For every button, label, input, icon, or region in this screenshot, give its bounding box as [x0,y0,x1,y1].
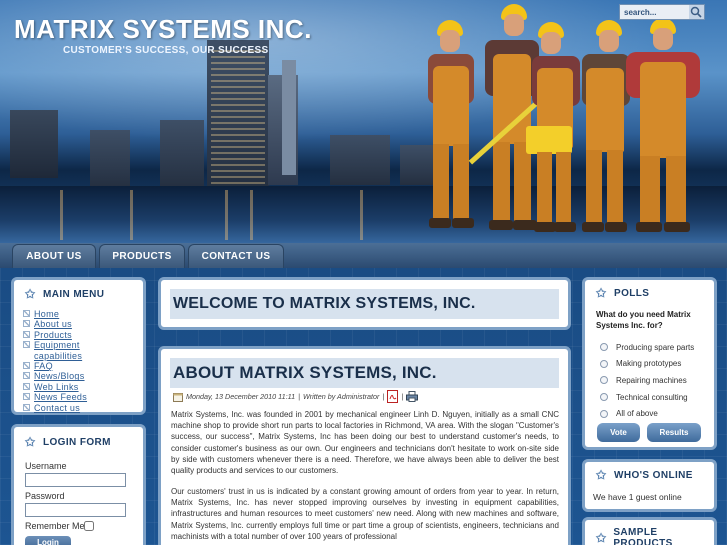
results-button[interactable]: Results [647,423,701,442]
print-icon[interactable] [406,391,419,402]
whos-online-panel: ✩ WHO'S ONLINE We have 1 guest online [582,459,717,512]
radio-button[interactable] [600,393,608,402]
poll-question: What do you need Matrix Systems Inc. for… [596,310,691,331]
poll-option[interactable]: Technical consulting [600,389,715,406]
tab-products[interactable]: PRODUCTS [99,244,185,268]
login-heading: LOGIN FORM [43,436,111,448]
article-paragraph: Our customers' trust in us is indicated … [171,487,559,541]
bullet-icon [23,372,30,380]
poll-option[interactable]: Making prototypes [600,356,715,373]
bullet-icon [23,403,30,411]
sample-products-title: ✩ SAMPLE PRODUCTS [596,527,714,545]
skyline-building [330,135,390,185]
polls-panel: ✩ POLLS What do you need Matrix Systems … [582,277,717,450]
poll-option[interactable]: All of above [600,405,715,422]
login-button[interactable]: Login [25,536,71,545]
password-label: Password [25,491,65,501]
login-title: ✩ LOGIN FORM [25,436,111,448]
bullet-icon [23,362,30,370]
calendar-icon [173,392,183,402]
article-panel: ABOUT MATRIX SYSTEMS, INC. Monday, 13 De… [158,346,571,545]
menu-item-contact-us[interactable]: Contact us [23,403,138,413]
article-author: Written by Administrator [302,392,380,401]
whos-online-title: ✩ WHO'S ONLINE [596,469,693,481]
skyline-building [90,130,130,188]
skyline-building [10,110,58,178]
star-icon: ✩ [25,287,36,301]
bullet-icon [23,393,30,401]
remember-me-checkbox[interactable] [84,521,94,531]
main-menu-panel: ✩ MAIN MENU Home About us Products Equip… [11,277,146,415]
worker-figure [420,20,480,240]
menu-item-faq[interactable]: FAQ [23,361,138,371]
site-title[interactable]: MATRIX SYSTEMS INC. [14,14,312,45]
star-icon: ✩ [25,435,36,449]
radio-button[interactable] [600,376,608,385]
worker-figure [612,18,712,240]
search-button[interactable] [689,5,704,19]
star-icon: ✩ [596,531,607,545]
poll-option[interactable]: Producing spare parts [600,339,715,356]
menu-item-news-blogs[interactable]: News/Blogs [23,371,138,381]
radio-button[interactable] [600,359,608,368]
menu-item-products[interactable]: Products [23,330,138,340]
menu-item-home[interactable]: Home [23,309,138,319]
search-icon [690,6,702,18]
main-menu-list: Home About us Products Equipment capabil… [23,309,138,413]
pdf-icon[interactable] [387,390,399,403]
star-icon: ✩ [596,468,607,482]
polls-heading: POLLS [614,287,650,299]
skyline-spire [282,60,296,175]
top-navigation: ABOUT US PRODUCTS CONTACT US [0,243,727,268]
remember-me-label: Remember Me [25,521,85,531]
site-slogan: CUSTOMER'S SUCCESS, OUR SUCCESS [63,45,269,56]
skyline-building [160,120,204,188]
bullet-icon [23,330,30,338]
article-title: ABOUT MATRIX SYSTEMS, INC. [170,358,559,388]
welcome-title: WELCOME TO MATRIX SYSTEMS, INC. [170,289,559,319]
welcome-panel: WELCOME TO MATRIX SYSTEMS, INC. [158,277,571,330]
bullet-icon [23,341,30,349]
main-menu-title: ✩ MAIN MENU [25,288,104,300]
star-icon: ✩ [596,286,607,300]
main-menu-heading: MAIN MENU [43,288,105,300]
article-paragraph: Matrix Systems, Inc. was founded in 2001… [171,410,559,476]
username-label: Username [25,461,67,471]
login-panel: ✩ LOGIN FORM Username Password Remember … [11,424,146,545]
bullet-icon [23,320,30,328]
radio-button[interactable] [600,343,608,352]
poll-option[interactable]: Repairing machines [600,372,715,389]
poll-options: Producing spare parts Making prototypes … [600,339,715,422]
skyline-tower [207,40,269,188]
sample-products-heading: SAMPLE PRODUCTS [613,527,673,545]
tab-about-us[interactable]: ABOUT US [12,244,96,268]
article-date: Monday, 13 December 2010 11:11 [186,392,296,401]
sample-products-panel: ✩ SAMPLE PRODUCTS [582,517,717,545]
menu-item-equipment[interactable]: Equipment capabilities [23,340,138,361]
whos-online-heading: WHO'S ONLINE [614,469,693,481]
header-banner: MATRIX SYSTEMS INC. CUSTOMER'S SUCCESS, … [0,0,727,243]
vote-button[interactable]: Vote [597,423,640,442]
tab-contact-us[interactable]: CONTACT US [188,244,284,268]
menu-item-news-feeds[interactable]: News Feeds [23,392,138,402]
menu-item-about-us[interactable]: About us [23,319,138,329]
username-field[interactable] [25,473,126,487]
bullet-icon [23,382,30,390]
menu-item-web-links[interactable]: Web Links [23,382,138,392]
polls-title: ✩ POLLS [596,287,649,299]
article-meta: Monday, 13 December 2010 11:11 | Written… [173,390,419,403]
radio-button[interactable] [600,409,608,418]
password-field[interactable] [25,503,126,517]
bullet-icon [23,310,30,317]
online-count-text: We have 1 guest online [593,492,682,502]
